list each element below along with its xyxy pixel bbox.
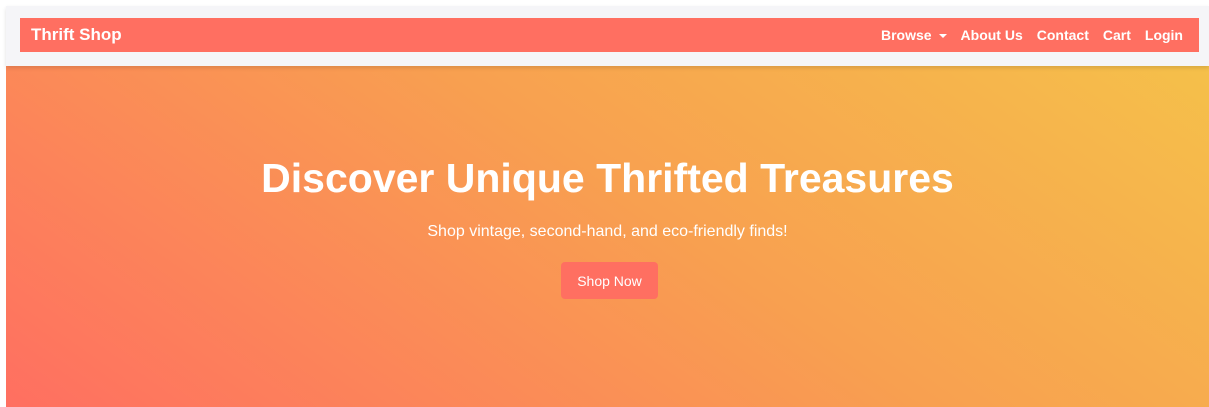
shop-now-button[interactable]: Shop Now: [561, 262, 658, 299]
nav-about-us[interactable]: About Us: [961, 27, 1023, 43]
navbar-shell: Thrift Shop Browse About Us Contact Cart…: [6, 6, 1209, 66]
hero-section: Discover Unique Thrifted Treasures Shop …: [6, 66, 1209, 407]
nav-links: Browse About Us Contact Cart Login: [881, 27, 1183, 43]
nav-browse-label: Browse: [880, 27, 932, 43]
nav-cart[interactable]: Cart: [1103, 27, 1131, 43]
caret-down-icon: [938, 33, 947, 38]
nav-contact[interactable]: Contact: [1037, 27, 1089, 43]
hero-title: Discover Unique Thrifted Treasures: [261, 155, 954, 201]
hero-subtitle: Shop vintage, second-hand, and eco-frien…: [427, 223, 788, 240]
brand-link[interactable]: Thrift Shop: [31, 25, 122, 45]
page: Thrift Shop Browse About Us Contact Cart…: [0, 0, 1209, 407]
nav-login[interactable]: Login: [1145, 27, 1183, 43]
navbar: Thrift Shop Browse About Us Contact Cart…: [20, 18, 1199, 52]
nav-browse-dropdown[interactable]: Browse: [881, 27, 947, 43]
